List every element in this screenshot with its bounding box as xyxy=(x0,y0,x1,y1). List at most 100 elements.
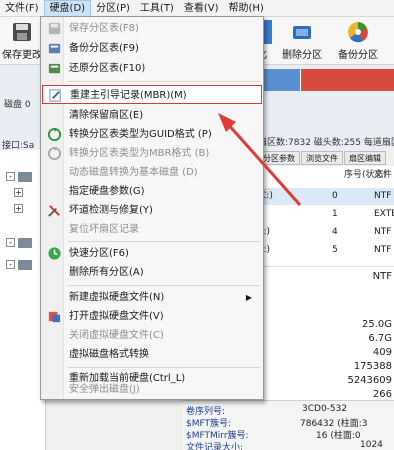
mftmirr-cluster-value: 16 (柱面:0 xyxy=(316,431,361,441)
detail-total-sectors: 5243609 xyxy=(347,375,392,386)
convert-gray-icon xyxy=(47,146,62,161)
row-seq: 4 xyxy=(332,227,338,237)
table-row[interactable]: (:) 5 NTF xyxy=(258,242,394,259)
rebuild-icon xyxy=(49,89,61,102)
menu-help[interactable]: 帮助(H) xyxy=(224,0,269,17)
menu-item-label: 还原分区表(F10) xyxy=(69,63,146,74)
menu-item-label: 备份分区表(F9) xyxy=(69,43,139,54)
menu-item-restore-partition-table[interactable]: 还原分区表(F10) xyxy=(42,59,262,78)
delete-partition-icon xyxy=(293,26,311,39)
tree-expander[interactable]: - xyxy=(6,172,15,181)
table-row[interactable]: 1 EXTE xyxy=(258,206,394,223)
tab-partition-params[interactable]: 分区参数 xyxy=(258,151,300,165)
menu-item-label: 虚拟磁盘格式转换 xyxy=(69,349,149,360)
convert-icon xyxy=(47,127,62,142)
menu-item-clear-reserved-sectors[interactable]: 清除保留扇区(E) xyxy=(42,106,262,125)
menu-item-label: 新建虚拟硬盘文件(N) xyxy=(69,292,165,303)
menu-item-label: 删除所有分区(A) xyxy=(69,267,144,278)
menu-item-label: 清除保留扇区(E) xyxy=(69,110,144,121)
save-icon xyxy=(13,23,31,41)
menu-item-open-virtual-disk[interactable]: 打开虚拟硬盘文件(V) xyxy=(42,307,262,326)
menu-item-label: 坏道检测与修复(Y) xyxy=(69,205,153,216)
menu-item-save-partition-table[interactable]: 保存分区表(F8) xyxy=(42,19,262,38)
save-changes-button[interactable]: 保存更改 xyxy=(0,20,44,64)
row-seq: 5 xyxy=(332,245,338,255)
tab-sector-editor[interactable]: 扇区编辑 xyxy=(344,151,386,165)
menu-item-reset-bad-sectors[interactable]: 复位坏扇区记录 xyxy=(42,220,262,239)
menu-tools[interactable]: 工具(T) xyxy=(135,0,179,17)
open-vdisk-icon xyxy=(48,311,61,323)
menu-partition[interactable]: 分区(P) xyxy=(91,0,135,17)
menu-item-convert-to-guid[interactable]: 转换分区表类型为GUID格式 (P) xyxy=(42,125,262,144)
menu-item-virtual-disk-convert[interactable]: 虚拟磁盘格式转换 xyxy=(42,345,262,364)
tree-expander[interactable]: - xyxy=(6,238,15,247)
menu-item-label: 安全弹出磁盘(J) xyxy=(69,384,140,395)
table-row[interactable]: C:) 0 NTF xyxy=(258,188,394,205)
menu-separator xyxy=(68,241,260,242)
detail-total-clusters: 175388 xyxy=(353,361,392,372)
menu-item-label: 指定硬盘参数(G) xyxy=(69,186,145,197)
file-record-size-value: 1024 xyxy=(360,440,383,450)
partition-segment-selected[interactable] xyxy=(300,69,394,91)
detail-total-size: 25.0G xyxy=(361,319,392,330)
tree-expander[interactable]: - xyxy=(6,260,15,269)
disk-geometry-info: 扇区数:7832 磁头数:255 每道扇区数 xyxy=(258,138,394,148)
submenu-arrow-icon: ▶ xyxy=(245,293,252,302)
menu-item-safe-eject[interactable]: 安全弹出磁盘(J) xyxy=(42,381,262,399)
partition-table: 序号(状态) 文件 C:) 0 NTF 1 EXTE (:) 4 NTF (:)… xyxy=(258,166,394,266)
menu-item-specify-disk-params[interactable]: 指定硬盘参数(G) xyxy=(42,182,262,201)
menu-file[interactable]: 文件(F) xyxy=(0,0,44,17)
menu-item-backup-partition-table[interactable]: 备份分区表(F9) xyxy=(42,39,262,58)
quick-partition-icon xyxy=(48,247,61,260)
table-row[interactable]: (:) 4 NTF xyxy=(258,224,394,241)
detail-free-size: 6.7G xyxy=(368,333,392,344)
detail-cluster-size: 409 xyxy=(372,347,392,358)
menu-separator xyxy=(68,285,260,286)
menu-item-label: 动态磁盘转换为基本磁盘 (D) xyxy=(69,167,198,178)
menu-item-quick-partition[interactable]: 快速分区(F6) xyxy=(42,244,262,263)
restore-icon xyxy=(48,63,61,74)
menu-item-convert-to-mbr[interactable]: 转换分区表类型为MBR格式 (B) xyxy=(42,144,262,163)
save-icon xyxy=(48,22,61,35)
row-fs: NTF xyxy=(374,245,392,255)
menu-item-dynamic-to-basic[interactable]: 动态磁盘转换为基本磁盘 (D) xyxy=(42,163,262,182)
repair-icon xyxy=(48,205,60,217)
menu-item-rebuild-mbr[interactable]: 重建主引导记录(MBR)(M) xyxy=(42,85,262,104)
partition-segment[interactable] xyxy=(260,69,300,91)
menu-item-label: 转换分区表类型为MBR格式 (B) xyxy=(69,148,210,159)
menu-item-label: 重建主引导记录(MBR)(M) xyxy=(70,90,187,101)
menu-item-label: 快速分区(F6) xyxy=(69,248,129,259)
backup-partition-button[interactable]: 备份分区 xyxy=(330,20,386,64)
save-changes-label: 保存更改 xyxy=(2,50,42,61)
menu-item-label: 转换分区表类型为GUID格式 (P) xyxy=(69,129,212,140)
row-seq: 1 xyxy=(332,209,338,219)
delete-partition-button[interactable]: 删除分区 xyxy=(274,20,330,64)
menu-item-label: 关闭虚拟硬盘文件(C) xyxy=(69,330,164,341)
menu-item-label: 复位坏扇区记录 xyxy=(69,224,139,235)
menu-item-delete-all-partitions[interactable]: 删除所有分区(A) xyxy=(42,263,262,282)
menu-item-bad-sector-repair[interactable]: 坏道检测与修复(Y) xyxy=(42,201,262,220)
menu-item-label: 打开虚拟硬盘文件(V) xyxy=(69,311,164,322)
menu-item-close-virtual-disk[interactable]: 关闭虚拟硬盘文件(C) xyxy=(42,326,262,345)
menu-view[interactable]: 查看(V) xyxy=(179,0,224,17)
partition-details: NTF 25.0G 6.7G 409 175388 5243609 266 xyxy=(258,266,394,400)
backup-partition-label: 备份分区 xyxy=(338,50,378,61)
disk-menu-dropdown: 保存分区表(F8) 备份分区表(F9) 还原分区表(F10) 重建主引导记录(M… xyxy=(40,16,264,400)
column-header-fs[interactable]: 文件 xyxy=(374,166,392,184)
menu-separator xyxy=(68,81,260,82)
tree-expander[interactable]: + xyxy=(14,204,23,213)
row-fs: NTF xyxy=(374,191,392,201)
detail-start-sector: 266 xyxy=(372,389,392,400)
tree-expander[interactable]: + xyxy=(14,188,23,197)
menu-disk[interactable]: 硬盘(D) xyxy=(43,0,92,17)
delete-partition-label: 删除分区 xyxy=(282,50,322,61)
tab-browse-files[interactable]: 浏览文件 xyxy=(301,151,343,165)
partition-bar[interactable] xyxy=(260,69,394,91)
volume-serial-value: 3CD0-532 xyxy=(302,404,348,414)
menu-separator xyxy=(68,367,260,368)
row-seq: 0 xyxy=(332,191,338,201)
volume-info: 卷序列号: 3CD0-532 $MFT簇号: 786432 (柱面:3 $MFT… xyxy=(182,400,394,450)
hard-disk-icon xyxy=(18,172,32,182)
menu-item-label: 保存分区表(F8) xyxy=(69,23,139,34)
menu-item-new-virtual-disk[interactable]: 新建虚拟硬盘文件(N) ▶ xyxy=(42,288,262,307)
